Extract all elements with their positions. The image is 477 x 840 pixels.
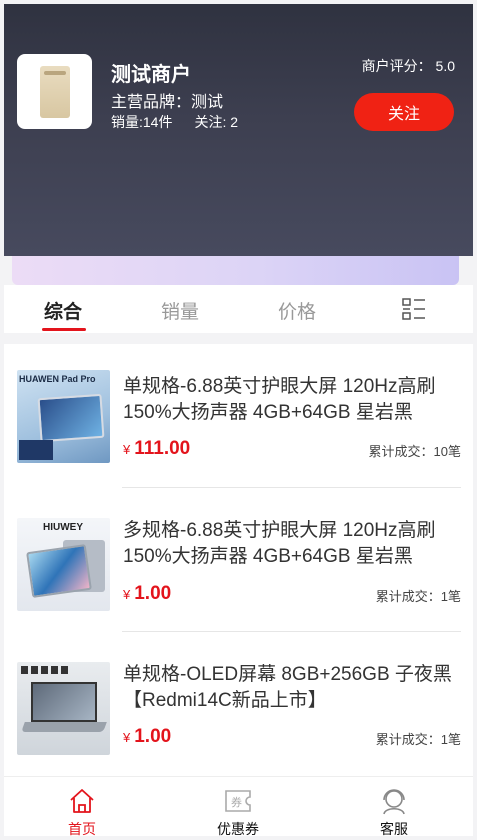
product-item[interactable]: HIUWEY 多规格-6.88英寸护眼大屏 120Hz高刷 150%大扬声器 4… — [4, 488, 473, 632]
product-item[interactable]: HUAWEN Pad Pro 单规格-6.88英寸护眼大屏 120Hz高刷 15… — [4, 344, 473, 488]
store-header: 测试商户 主营品牌：测试 销量:14件 关注: 2 商户评分： 5.0 关注 — [4, 4, 473, 256]
store-stats: 销量:14件 关注: 2 — [111, 112, 260, 132]
product-title[interactable]: 单规格-OLED屏幕 8GB+256GB 子夜黑【Redmi14C新品上市】 — [123, 662, 463, 714]
product-title[interactable]: 多规格-6.88英寸护眼大屏 120Hz高刷 150%大扬声器 4GB+64GB… — [123, 518, 463, 570]
bottom-nav: 首页 券 优惠券 客服 — [4, 776, 473, 836]
product-list: HUAWEN Pad Pro 单规格-6.88英寸护眼大屏 120Hz高刷 15… — [4, 344, 473, 776]
sort-tab-sales[interactable]: 销量 — [145, 297, 215, 324]
product-price: ¥1.00 — [123, 583, 172, 604]
nav-item-service[interactable]: 客服 — [316, 777, 472, 836]
nav-item-home[interactable]: 首页 — [4, 777, 160, 836]
home-icon — [70, 789, 94, 813]
product-thumbnail[interactable] — [17, 662, 110, 755]
list-layout-icon[interactable] — [402, 298, 426, 321]
product-sold-count: 累计成交：1笔 — [375, 589, 461, 604]
sort-bar: 综合 销量 价格 — [4, 285, 473, 333]
sort-tab-price[interactable]: 价格 — [262, 297, 332, 324]
nav-label: 首页 — [68, 821, 96, 836]
store-rating: 商户评分： 5.0 — [361, 58, 455, 74]
store-logo — [17, 54, 92, 129]
customer-service-icon — [383, 789, 405, 815]
product-thumbnail[interactable]: HIUWEY — [17, 518, 110, 611]
product-sold-count: 累计成交：1笔 — [375, 732, 461, 747]
promo-banner[interactable] — [12, 256, 459, 285]
nav-label: 客服 — [380, 821, 408, 836]
follow-button[interactable]: 关注 — [354, 93, 454, 131]
coupon-icon: 券 — [225, 790, 251, 812]
store-name: 测试商户 — [111, 64, 191, 86]
store-followers: 关注: 2 — [194, 114, 239, 130]
nav-label: 优惠券 — [217, 821, 259, 836]
product-price: ¥1.00 — [123, 726, 172, 747]
sort-tab-comprehensive[interactable]: 综合 — [28, 297, 98, 331]
product-sold-count: 累计成交：10笔 — [368, 444, 461, 459]
product-title[interactable]: 单规格-6.88英寸护眼大屏 120Hz高刷 150%大扬声器 4GB+64GB… — [123, 374, 463, 426]
store-brand: 主营品牌：测试 — [111, 94, 224, 111]
store-sales: 销量:14件 — [111, 114, 173, 130]
product-thumbnail[interactable]: HUAWEN Pad Pro — [17, 370, 110, 463]
product-price: ¥111.00 — [123, 438, 191, 459]
svg-text:券: 券 — [231, 795, 242, 809]
washing-machine-image — [39, 65, 70, 118]
product-item[interactable]: 单规格-OLED屏幕 8GB+256GB 子夜黑【Redmi14C新品上市】 ¥… — [4, 632, 473, 776]
nav-item-coupon[interactable]: 券 优惠券 — [160, 777, 316, 836]
app-frame: 测试商户 主营品牌：测试 销量:14件 关注: 2 商户评分： 5.0 关注 综合… — [4, 4, 473, 836]
